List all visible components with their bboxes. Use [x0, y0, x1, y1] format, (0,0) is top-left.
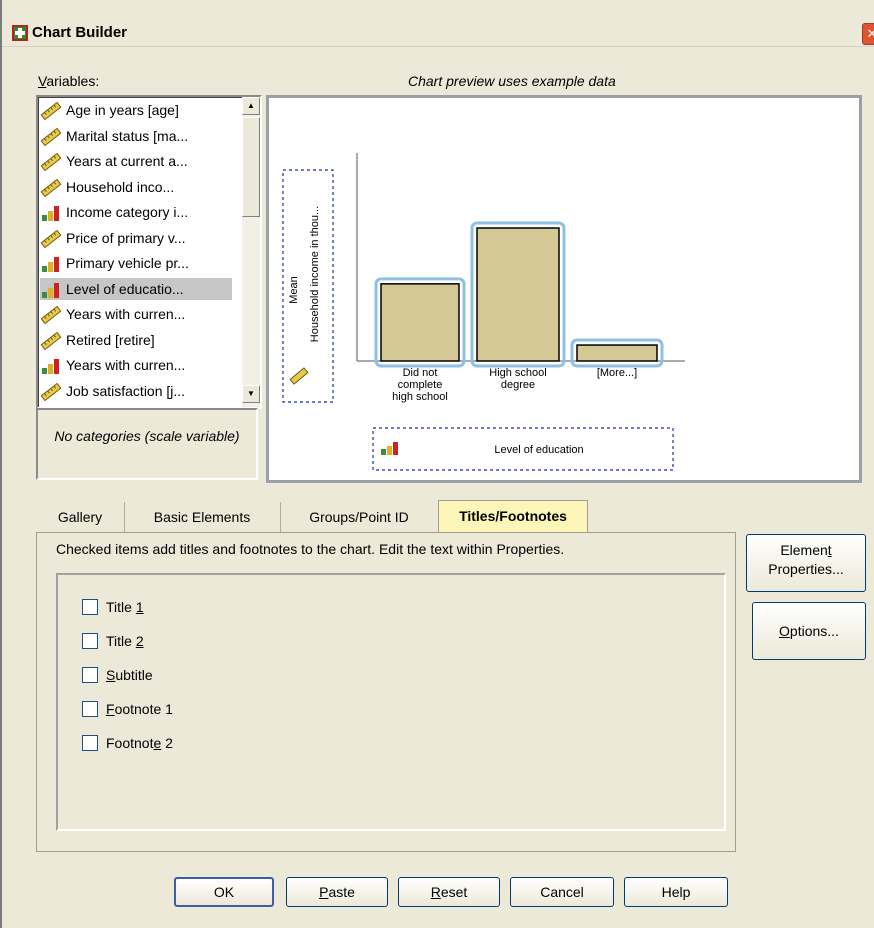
variable-item[interactable]: Years with curren...	[40, 303, 232, 325]
scroll-down-button[interactable]: ▼	[242, 385, 260, 403]
variable-item-label: Price of primary v...	[66, 229, 186, 246]
tab-gallery[interactable]: Gallery	[36, 502, 125, 532]
scale-ruler-icon	[40, 153, 62, 172]
variable-item-label: Primary vehicle pr...	[66, 255, 189, 271]
paste-button[interactable]: Paste	[286, 877, 388, 907]
variable-item[interactable]: Retired [retire]	[40, 329, 232, 351]
scale-ruler-icon	[40, 178, 62, 198]
x-tick-label: complete	[398, 379, 443, 391]
category-info-box: No categories (scale variable)	[36, 408, 258, 480]
variable-item-label: Level of educatio...	[66, 280, 184, 297]
element-properties-label-2: Properties...	[768, 561, 844, 577]
scale-ruler-icon	[40, 102, 62, 121]
variable-item-label: Income category i...	[66, 204, 189, 220]
x-axis-label: Level of education	[494, 444, 583, 456]
variable-item[interactable]: Primary vehicle pr...	[40, 252, 232, 274]
chart-builder-dialog: Chart Builder ✕ Variables: Chart preview…	[0, 0, 874, 928]
element-properties-label-1: Element	[780, 542, 832, 558]
window-title: Chart Builder	[32, 24, 128, 41]
scale-ruler-icon	[40, 229, 62, 249]
checkbox[interactable]	[82, 633, 98, 650]
scale-ruler-icon	[40, 331, 62, 351]
checkbox-row[interactable]: Subtitle	[82, 664, 153, 686]
checkbox[interactable]	[82, 735, 98, 752]
x-tick-label: [More...]	[597, 367, 637, 379]
chart-builder-app-icon	[12, 25, 28, 41]
variable-item[interactable]: Years at current a...	[40, 150, 232, 172]
scroll-up-button[interactable]: ▲	[242, 97, 260, 115]
variable-item[interactable]: Job satisfaction [j...	[40, 380, 232, 402]
variables-scrollbar[interactable]: ▲ ▼	[242, 97, 260, 407]
variable-item-label: Household inco...	[66, 178, 175, 195]
tab-groups-point-id[interactable]: Groups/Point ID	[280, 502, 439, 532]
y-axis-label-mean: Mean	[288, 276, 300, 304]
y-axis-scale-icon	[289, 367, 309, 385]
checkbox-label: Footnote 2	[106, 735, 173, 751]
ordinal-bars-icon	[40, 281, 62, 299]
tab-titles-footnotes[interactable]: Titles/Footnotes	[438, 500, 588, 532]
ordinal-bars-icon	[40, 204, 62, 222]
checkbox-label: Title 1	[106, 599, 144, 615]
variable-item[interactable]: Household inco...	[40, 176, 232, 198]
x-tick-label: Did not	[403, 367, 438, 379]
bar	[380, 283, 460, 362]
scale-ruler-icon	[40, 382, 62, 402]
tab-basic-elements[interactable]: Basic Elements	[124, 502, 281, 532]
checkbox-row[interactable]: Title 1	[82, 596, 144, 618]
variable-item-label: Retired [retire]	[66, 331, 155, 348]
variable-item-label: Marital status [ma...	[66, 127, 189, 144]
variable-item[interactable]: Age in years [age]	[40, 99, 232, 121]
variable-item[interactable]: Marital status [ma...	[40, 125, 232, 147]
cancel-button[interactable]: Cancel	[510, 877, 614, 907]
variable-item[interactable]: Price of primary v...	[40, 227, 232, 249]
variables-label: Variables:	[38, 73, 100, 89]
variables-list[interactable]: Job satisfaction [j... Years with curren.…	[36, 95, 262, 409]
scale-ruler-icon	[40, 306, 62, 325]
variable-item[interactable]: Years with curren...	[40, 354, 232, 376]
close-icon: ✕	[866, 26, 874, 41]
y-axis-label-variable: Household income in thou...	[309, 206, 321, 342]
reset-button[interactable]: Reset	[398, 877, 500, 907]
variable-item-label: Years with curren...	[66, 357, 186, 373]
ordinal-bars-icon	[40, 255, 62, 273]
variable-item[interactable]: Level of educatio...	[40, 277, 232, 300]
variables-label-text: ariables:	[46, 73, 100, 89]
scale-ruler-icon	[40, 127, 62, 147]
panel-description: Checked items add titles and footnotes t…	[56, 541, 565, 557]
options-button[interactable]: Options...	[752, 602, 866, 660]
chart-preview-svg: Mean Household income in thou... Level of …	[282, 153, 685, 471]
checkbox-label: Subtitle	[106, 667, 153, 683]
chart-preview-canvas[interactable]: Mean Household income in thou... Level of …	[266, 95, 862, 483]
checkbox-row[interactable]: Footnote 2	[82, 732, 173, 754]
variable-item-label: Years at current a...	[66, 153, 188, 169]
close-button[interactable]: ✕	[862, 23, 874, 45]
x-tick-label: high school	[392, 391, 448, 403]
variable-item-label: Age in years [age]	[66, 102, 179, 118]
scroll-thumb[interactable]	[242, 117, 260, 217]
bar	[576, 344, 658, 362]
chart-preview-note: Chart preview uses example data	[408, 73, 616, 89]
checkbox-label: Title 2	[106, 633, 144, 649]
help-button[interactable]: Help	[624, 877, 728, 907]
element-properties-button[interactable]: Element Properties...	[746, 534, 866, 592]
checkbox[interactable]	[82, 701, 98, 718]
variable-item-label: Job satisfaction [j...	[66, 382, 186, 399]
ordinal-bars-icon	[40, 357, 62, 375]
checkbox-row[interactable]: Footnote 1	[82, 698, 173, 720]
x-axis-ordinal-icon	[381, 442, 398, 455]
ok-button[interactable]: OK	[174, 877, 274, 907]
variable-item-label: Years with curren...	[66, 306, 186, 322]
checkbox-label: Footnote 1	[106, 701, 173, 717]
bar	[476, 227, 560, 362]
x-tick-label: High school	[489, 367, 546, 379]
title-bar: Chart Builder ✕	[2, 20, 874, 47]
x-tick-label: degree	[501, 379, 535, 391]
checkbox[interactable]	[82, 599, 98, 616]
checkbox[interactable]	[82, 667, 98, 684]
checkbox-row[interactable]: Title 2	[82, 630, 144, 652]
variable-item[interactable]: Income category i...	[40, 201, 232, 223]
